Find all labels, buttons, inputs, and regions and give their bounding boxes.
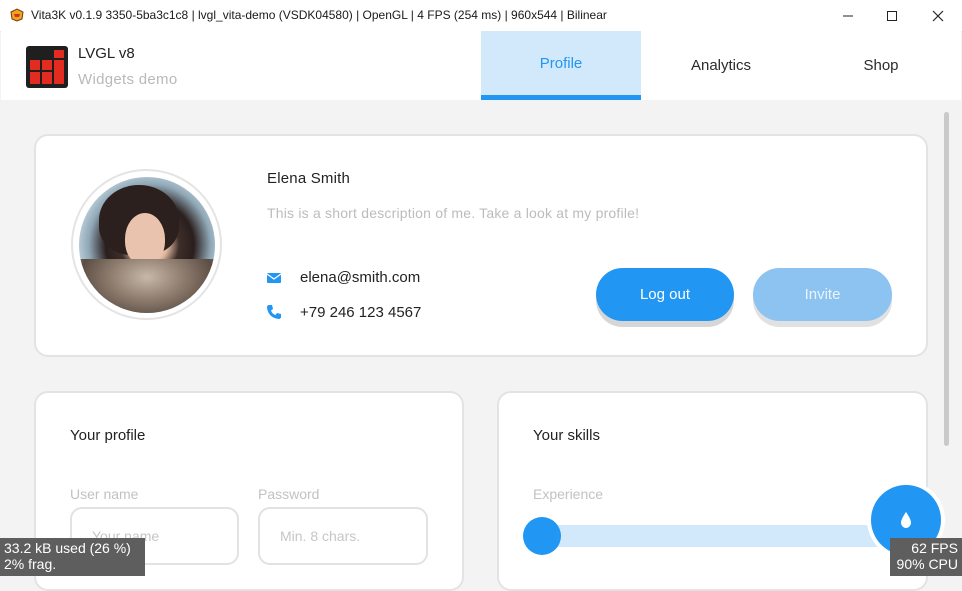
your-profile-title: Your profile	[70, 427, 146, 444]
email-text: elena@smith.com	[300, 269, 421, 286]
username-label: User name	[70, 486, 139, 502]
maximize-icon	[887, 10, 897, 21]
vita3k-app-icon	[10, 8, 24, 22]
tab-shop[interactable]: Shop	[801, 31, 961, 100]
memory-fragmentation: 2% frag.	[4, 556, 57, 572]
fps-readout: 62 FPS	[911, 540, 958, 556]
scrollbar[interactable]	[944, 112, 949, 446]
memory-monitor: 33.2 kB used (26 %) 2% frag.	[0, 538, 145, 576]
experience-slider-knob[interactable]	[523, 517, 561, 555]
experience-slider-track[interactable]	[540, 525, 880, 547]
logout-button[interactable]: Log out	[596, 268, 734, 321]
window-title: Vita3K v0.1.9 3350-5ba3c1c8 | lvgl_vita-…	[31, 8, 607, 22]
minimize-button[interactable]	[825, 0, 871, 31]
tab-analytics[interactable]: Analytics	[641, 31, 801, 100]
cpu-readout: 90% CPU	[896, 556, 958, 572]
performance-monitor: 62 FPS 90% CPU	[890, 538, 962, 576]
skills-title: Your skills	[533, 427, 600, 444]
tab-profile[interactable]: Profile	[481, 31, 641, 100]
app-title: LVGL v8	[78, 45, 135, 62]
profile-name: Elena Smith	[267, 170, 351, 187]
app-subtitle: Widgets demo	[78, 71, 178, 88]
app-header: LVGL v8 Widgets demo Profile Analytics S…	[1, 31, 961, 100]
password-label: Password	[258, 486, 320, 502]
phone-icon	[267, 305, 281, 319]
experience-label: Experience	[533, 486, 604, 502]
phone-text: +79 246 123 4567	[300, 304, 422, 321]
droplet-icon	[901, 512, 911, 528]
window-titlebar: Vita3K v0.1.9 3350-5ba3c1c8 | lvgl_vita-…	[0, 0, 962, 32]
close-icon	[932, 10, 944, 21]
lvgl-logo	[26, 46, 68, 88]
maximize-button[interactable]	[869, 0, 915, 31]
avatar	[79, 177, 215, 313]
envelope-icon	[266, 273, 282, 283]
close-button[interactable]	[915, 0, 961, 31]
password-input[interactable]: Min. 8 chars.	[258, 507, 428, 565]
profile-description: This is a short description of me. Take …	[267, 205, 640, 221]
minimize-icon	[843, 15, 853, 16]
memory-usage: 33.2 kB used (26 %)	[4, 540, 131, 556]
invite-button[interactable]: Invite	[753, 268, 892, 321]
